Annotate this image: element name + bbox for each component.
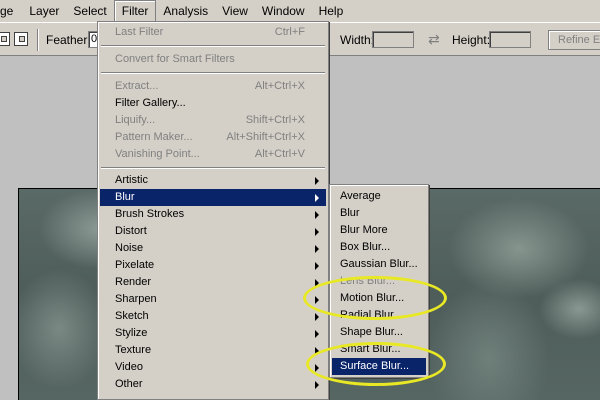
menu-item-vanishing-point[interactable]: Vanishing Point... Alt+Ctrl+V — [100, 146, 326, 163]
render-label: Render — [115, 276, 152, 288]
sharpen-label: Sharpen — [115, 293, 157, 305]
texture-label: Texture — [115, 344, 152, 356]
vanishing-label: Vanishing Point... — [115, 148, 200, 160]
submenu-item-average[interactable]: Average — [332, 188, 426, 205]
blur-label: Blur — [115, 191, 135, 203]
video-label: Video — [115, 361, 143, 373]
menu-layer[interactable]: Layer — [22, 0, 66, 22]
menu-item-convert-smart-filters[interactable]: Convert for Smart Filters — [100, 51, 326, 68]
menu-separator — [101, 167, 325, 169]
brush-strokes-label: Brush Strokes — [115, 208, 185, 220]
menu-item-video[interactable]: Video — [100, 359, 326, 376]
last-filter-shortcut: Ctrl+F — [274, 26, 305, 38]
submenu-arrow-icon — [315, 245, 319, 253]
menu-item-liquify[interactable]: Liquify... Shift+Ctrl+X — [100, 112, 326, 129]
other-label: Other — [115, 378, 143, 390]
menu-item-noise[interactable]: Noise — [100, 240, 326, 257]
submenu-item-blur-more[interactable]: Blur More — [332, 222, 426, 239]
refine-edge-button[interactable]: Refine Ed — [548, 30, 600, 50]
menu-filter[interactable]: Filter — [113, 0, 157, 22]
submenu-arrow-icon — [315, 194, 319, 202]
menu-view[interactable]: View — [215, 0, 255, 22]
submenu-arrow-icon — [315, 228, 319, 236]
extract-shortcut: Alt+Ctrl+X — [254, 80, 305, 92]
menu-item-blur[interactable]: Blur — [100, 189, 326, 206]
menu-item-sharpen[interactable]: Sharpen — [100, 291, 326, 308]
menu-item-pixelate[interactable]: Pixelate — [100, 257, 326, 274]
menu-image-partial[interactable]: ge — [0, 0, 22, 22]
liquify-label: Liquify... — [115, 114, 156, 126]
menu-separator — [101, 45, 325, 47]
submenu-arrow-icon — [315, 330, 319, 338]
menu-item-render[interactable]: Render — [100, 274, 326, 291]
menu-item-filter-gallery[interactable]: Filter Gallery... — [100, 95, 326, 112]
submenu-item-shape-blur[interactable]: Shape Blur... — [332, 324, 426, 341]
submenu-arrow-icon — [315, 211, 319, 219]
pattern-shortcut: Alt+Shift+Ctrl+X — [226, 131, 305, 143]
last-filter-label: Last Filter — [115, 26, 164, 38]
swap-icon[interactable]: ⇄ — [428, 31, 440, 48]
menu-help[interactable]: Help — [312, 0, 351, 22]
annotation-ellipse-motion-blur — [303, 276, 447, 320]
menu-item-last-filter[interactable]: Last Filter Ctrl+F — [100, 24, 326, 41]
distort-label: Distort — [115, 225, 147, 237]
submenu-arrow-icon — [315, 313, 319, 321]
artistic-label: Artistic — [115, 174, 148, 186]
menu-bar: ge Layer Select Filter Analysis View Win… — [0, 0, 600, 22]
annotation-ellipse-surface-blur — [306, 342, 446, 386]
height-label: Height: — [452, 33, 491, 47]
submenu-arrow-icon — [315, 262, 319, 270]
selection-mode-icon[interactable] — [0, 32, 10, 46]
menu-item-extract[interactable]: Extract... Alt+Ctrl+X — [100, 78, 326, 95]
gallery-label: Filter Gallery... — [115, 97, 186, 109]
convert-label: Convert for Smart Filters — [115, 53, 235, 65]
menu-item-texture[interactable]: Texture — [100, 342, 326, 359]
add-selection-icon[interactable] — [14, 32, 28, 46]
submenu-arrow-icon — [315, 381, 319, 389]
extract-label: Extract... — [115, 80, 159, 92]
submenu-item-box-blur[interactable]: Box Blur... — [332, 239, 426, 256]
sketch-label: Sketch — [115, 310, 149, 322]
noise-label: Noise — [115, 242, 144, 254]
menu-separator — [101, 72, 325, 74]
menu-window[interactable]: Window — [255, 0, 312, 22]
menu-item-artistic[interactable]: Artistic — [100, 172, 326, 189]
menu-item-sketch[interactable]: Sketch — [100, 308, 326, 325]
menu-item-distort[interactable]: Distort — [100, 223, 326, 240]
menu-item-stylize[interactable]: Stylize — [100, 325, 326, 342]
options-divider — [37, 29, 39, 51]
height-input[interactable] — [489, 31, 531, 48]
menu-analysis[interactable]: Analysis — [156, 0, 215, 22]
vanishing-shortcut: Alt+Ctrl+V — [254, 148, 305, 160]
width-input[interactable] — [372, 31, 414, 48]
liquify-shortcut: Shift+Ctrl+X — [245, 114, 305, 126]
feather-label: Feather: — [46, 33, 91, 47]
submenu-item-blur[interactable]: Blur — [332, 205, 426, 222]
pattern-label: Pattern Maker... — [115, 131, 193, 143]
filter-menu: Last Filter Ctrl+F Convert for Smart Fil… — [97, 21, 329, 400]
stylize-label: Stylize — [115, 327, 148, 339]
submenu-item-gaussian-blur[interactable]: Gaussian Blur... — [332, 256, 426, 273]
menu-item-other[interactable]: Other — [100, 376, 326, 393]
menu-select[interactable]: Select — [66, 0, 113, 22]
submenu-arrow-icon — [315, 177, 319, 185]
pixelate-label: Pixelate — [115, 259, 155, 271]
menu-item-brush-strokes[interactable]: Brush Strokes — [100, 206, 326, 223]
menu-item-pattern-maker[interactable]: Pattern Maker... Alt+Shift+Ctrl+X — [100, 129, 326, 146]
width-label: Width: — [340, 33, 375, 47]
